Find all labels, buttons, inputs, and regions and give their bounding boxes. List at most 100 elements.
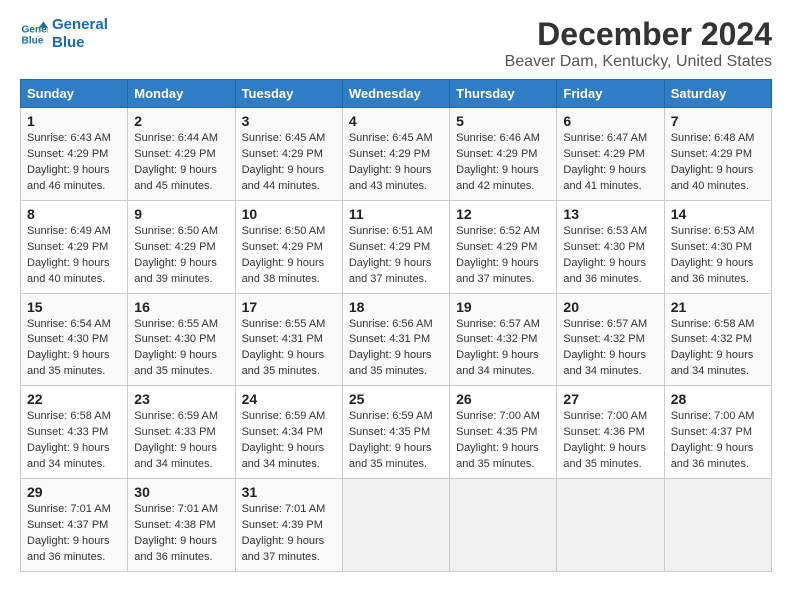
day-info: Sunrise: 6:54 AM Sunset: 4:30 PM Dayligh… bbox=[27, 317, 121, 381]
calendar-table: SundayMondayTuesdayWednesdayThursdayFrid… bbox=[20, 79, 772, 572]
day-info: Sunrise: 6:51 AM Sunset: 4:29 PM Dayligh… bbox=[349, 224, 443, 288]
calendar-cell: 13 Sunrise: 6:53 AM Sunset: 4:30 PM Dayl… bbox=[557, 200, 664, 293]
calendar-cell: 11 Sunrise: 6:51 AM Sunset: 4:29 PM Dayl… bbox=[342, 200, 449, 293]
svg-text:Blue: Blue bbox=[22, 35, 44, 46]
day-info: Sunrise: 6:58 AM Sunset: 4:33 PM Dayligh… bbox=[27, 409, 121, 473]
day-info: Sunrise: 6:50 AM Sunset: 4:29 PM Dayligh… bbox=[242, 224, 336, 288]
calendar-cell: 26 Sunrise: 7:00 AM Sunset: 4:35 PM Dayl… bbox=[450, 386, 557, 479]
week-row-5: 29 Sunrise: 7:01 AM Sunset: 4:37 PM Dayl… bbox=[21, 479, 772, 572]
day-number: 15 bbox=[27, 299, 121, 315]
calendar-cell: 7 Sunrise: 6:48 AM Sunset: 4:29 PM Dayli… bbox=[664, 108, 771, 201]
day-number: 29 bbox=[27, 484, 121, 500]
logo: General Blue General Blue bbox=[20, 16, 108, 52]
day-number: 20 bbox=[563, 299, 657, 315]
day-number: 13 bbox=[563, 206, 657, 222]
calendar-cell: 8 Sunrise: 6:49 AM Sunset: 4:29 PM Dayli… bbox=[21, 200, 128, 293]
day-number: 22 bbox=[27, 391, 121, 407]
calendar-cell: 4 Sunrise: 6:45 AM Sunset: 4:29 PM Dayli… bbox=[342, 108, 449, 201]
page-header: General Blue General Blue December 2024 … bbox=[20, 16, 772, 71]
calendar-cell: 6 Sunrise: 6:47 AM Sunset: 4:29 PM Dayli… bbox=[557, 108, 664, 201]
day-number: 17 bbox=[242, 299, 336, 315]
calendar-cell: 16 Sunrise: 6:55 AM Sunset: 4:30 PM Dayl… bbox=[128, 293, 235, 386]
title-area: December 2024 Beaver Dam, Kentucky, Unit… bbox=[505, 16, 772, 71]
calendar-cell: 20 Sunrise: 6:57 AM Sunset: 4:32 PM Dayl… bbox=[557, 293, 664, 386]
day-info: Sunrise: 6:53 AM Sunset: 4:30 PM Dayligh… bbox=[563, 224, 657, 288]
calendar-cell bbox=[342, 479, 449, 572]
day-number: 18 bbox=[349, 299, 443, 315]
calendar-cell: 5 Sunrise: 6:46 AM Sunset: 4:29 PM Dayli… bbox=[450, 108, 557, 201]
calendar-cell: 2 Sunrise: 6:44 AM Sunset: 4:29 PM Dayli… bbox=[128, 108, 235, 201]
day-number: 5 bbox=[456, 113, 550, 129]
day-number: 25 bbox=[349, 391, 443, 407]
day-info: Sunrise: 6:45 AM Sunset: 4:29 PM Dayligh… bbox=[349, 131, 443, 195]
day-number: 6 bbox=[563, 113, 657, 129]
day-info: Sunrise: 6:43 AM Sunset: 4:29 PM Dayligh… bbox=[27, 131, 121, 195]
day-info: Sunrise: 6:44 AM Sunset: 4:29 PM Dayligh… bbox=[134, 131, 228, 195]
day-number: 26 bbox=[456, 391, 550, 407]
col-header-wednesday: Wednesday bbox=[342, 80, 449, 108]
day-number: 21 bbox=[671, 299, 765, 315]
day-number: 11 bbox=[349, 206, 443, 222]
calendar-cell: 9 Sunrise: 6:50 AM Sunset: 4:29 PM Dayli… bbox=[128, 200, 235, 293]
day-info: Sunrise: 6:58 AM Sunset: 4:32 PM Dayligh… bbox=[671, 317, 765, 381]
day-info: Sunrise: 6:59 AM Sunset: 4:35 PM Dayligh… bbox=[349, 409, 443, 473]
day-number: 3 bbox=[242, 113, 336, 129]
day-info: Sunrise: 6:46 AM Sunset: 4:29 PM Dayligh… bbox=[456, 131, 550, 195]
subtitle: Beaver Dam, Kentucky, United States bbox=[505, 53, 772, 71]
logo-icon: General Blue bbox=[20, 20, 48, 48]
week-row-1: 1 Sunrise: 6:43 AM Sunset: 4:29 PM Dayli… bbox=[21, 108, 772, 201]
header-row: SundayMondayTuesdayWednesdayThursdayFrid… bbox=[21, 80, 772, 108]
day-info: Sunrise: 7:00 AM Sunset: 4:36 PM Dayligh… bbox=[563, 409, 657, 473]
calendar-cell: 3 Sunrise: 6:45 AM Sunset: 4:29 PM Dayli… bbox=[235, 108, 342, 201]
day-info: Sunrise: 6:52 AM Sunset: 4:29 PM Dayligh… bbox=[456, 224, 550, 288]
calendar-cell bbox=[450, 479, 557, 572]
logo-line1: General bbox=[52, 16, 108, 33]
calendar-cell bbox=[664, 479, 771, 572]
day-number: 23 bbox=[134, 391, 228, 407]
calendar-cell: 27 Sunrise: 7:00 AM Sunset: 4:36 PM Dayl… bbox=[557, 386, 664, 479]
col-header-thursday: Thursday bbox=[450, 80, 557, 108]
day-info: Sunrise: 6:55 AM Sunset: 4:31 PM Dayligh… bbox=[242, 317, 336, 381]
calendar-cell bbox=[557, 479, 664, 572]
logo-line2: Blue bbox=[52, 34, 85, 51]
day-info: Sunrise: 6:56 AM Sunset: 4:31 PM Dayligh… bbox=[349, 317, 443, 381]
day-info: Sunrise: 6:59 AM Sunset: 4:33 PM Dayligh… bbox=[134, 409, 228, 473]
day-number: 1 bbox=[27, 113, 121, 129]
day-info: Sunrise: 7:00 AM Sunset: 4:37 PM Dayligh… bbox=[671, 409, 765, 473]
week-row-3: 15 Sunrise: 6:54 AM Sunset: 4:30 PM Dayl… bbox=[21, 293, 772, 386]
col-header-friday: Friday bbox=[557, 80, 664, 108]
calendar-cell: 24 Sunrise: 6:59 AM Sunset: 4:34 PM Dayl… bbox=[235, 386, 342, 479]
day-info: Sunrise: 6:49 AM Sunset: 4:29 PM Dayligh… bbox=[27, 224, 121, 288]
day-info: Sunrise: 7:01 AM Sunset: 4:38 PM Dayligh… bbox=[134, 502, 228, 566]
day-number: 27 bbox=[563, 391, 657, 407]
day-number: 2 bbox=[134, 113, 228, 129]
calendar-cell: 25 Sunrise: 6:59 AM Sunset: 4:35 PM Dayl… bbox=[342, 386, 449, 479]
calendar-cell: 17 Sunrise: 6:55 AM Sunset: 4:31 PM Dayl… bbox=[235, 293, 342, 386]
day-number: 4 bbox=[349, 113, 443, 129]
calendar-cell: 14 Sunrise: 6:53 AM Sunset: 4:30 PM Dayl… bbox=[664, 200, 771, 293]
logo-text: General Blue bbox=[52, 16, 108, 52]
day-info: Sunrise: 6:53 AM Sunset: 4:30 PM Dayligh… bbox=[671, 224, 765, 288]
calendar-cell: 12 Sunrise: 6:52 AM Sunset: 4:29 PM Dayl… bbox=[450, 200, 557, 293]
day-info: Sunrise: 7:01 AM Sunset: 4:37 PM Dayligh… bbox=[27, 502, 121, 566]
day-info: Sunrise: 6:57 AM Sunset: 4:32 PM Dayligh… bbox=[456, 317, 550, 381]
calendar-cell: 1 Sunrise: 6:43 AM Sunset: 4:29 PM Dayli… bbox=[21, 108, 128, 201]
day-number: 19 bbox=[456, 299, 550, 315]
day-number: 9 bbox=[134, 206, 228, 222]
day-number: 7 bbox=[671, 113, 765, 129]
calendar-cell: 30 Sunrise: 7:01 AM Sunset: 4:38 PM Dayl… bbox=[128, 479, 235, 572]
day-number: 16 bbox=[134, 299, 228, 315]
day-number: 8 bbox=[27, 206, 121, 222]
day-info: Sunrise: 6:47 AM Sunset: 4:29 PM Dayligh… bbox=[563, 131, 657, 195]
week-row-2: 8 Sunrise: 6:49 AM Sunset: 4:29 PM Dayli… bbox=[21, 200, 772, 293]
day-info: Sunrise: 6:57 AM Sunset: 4:32 PM Dayligh… bbox=[563, 317, 657, 381]
calendar-cell: 18 Sunrise: 6:56 AM Sunset: 4:31 PM Dayl… bbox=[342, 293, 449, 386]
week-row-4: 22 Sunrise: 6:58 AM Sunset: 4:33 PM Dayl… bbox=[21, 386, 772, 479]
day-number: 28 bbox=[671, 391, 765, 407]
day-number: 14 bbox=[671, 206, 765, 222]
col-header-saturday: Saturday bbox=[664, 80, 771, 108]
day-info: Sunrise: 7:01 AM Sunset: 4:39 PM Dayligh… bbox=[242, 502, 336, 566]
col-header-monday: Monday bbox=[128, 80, 235, 108]
day-number: 31 bbox=[242, 484, 336, 500]
calendar-cell: 21 Sunrise: 6:58 AM Sunset: 4:32 PM Dayl… bbox=[664, 293, 771, 386]
